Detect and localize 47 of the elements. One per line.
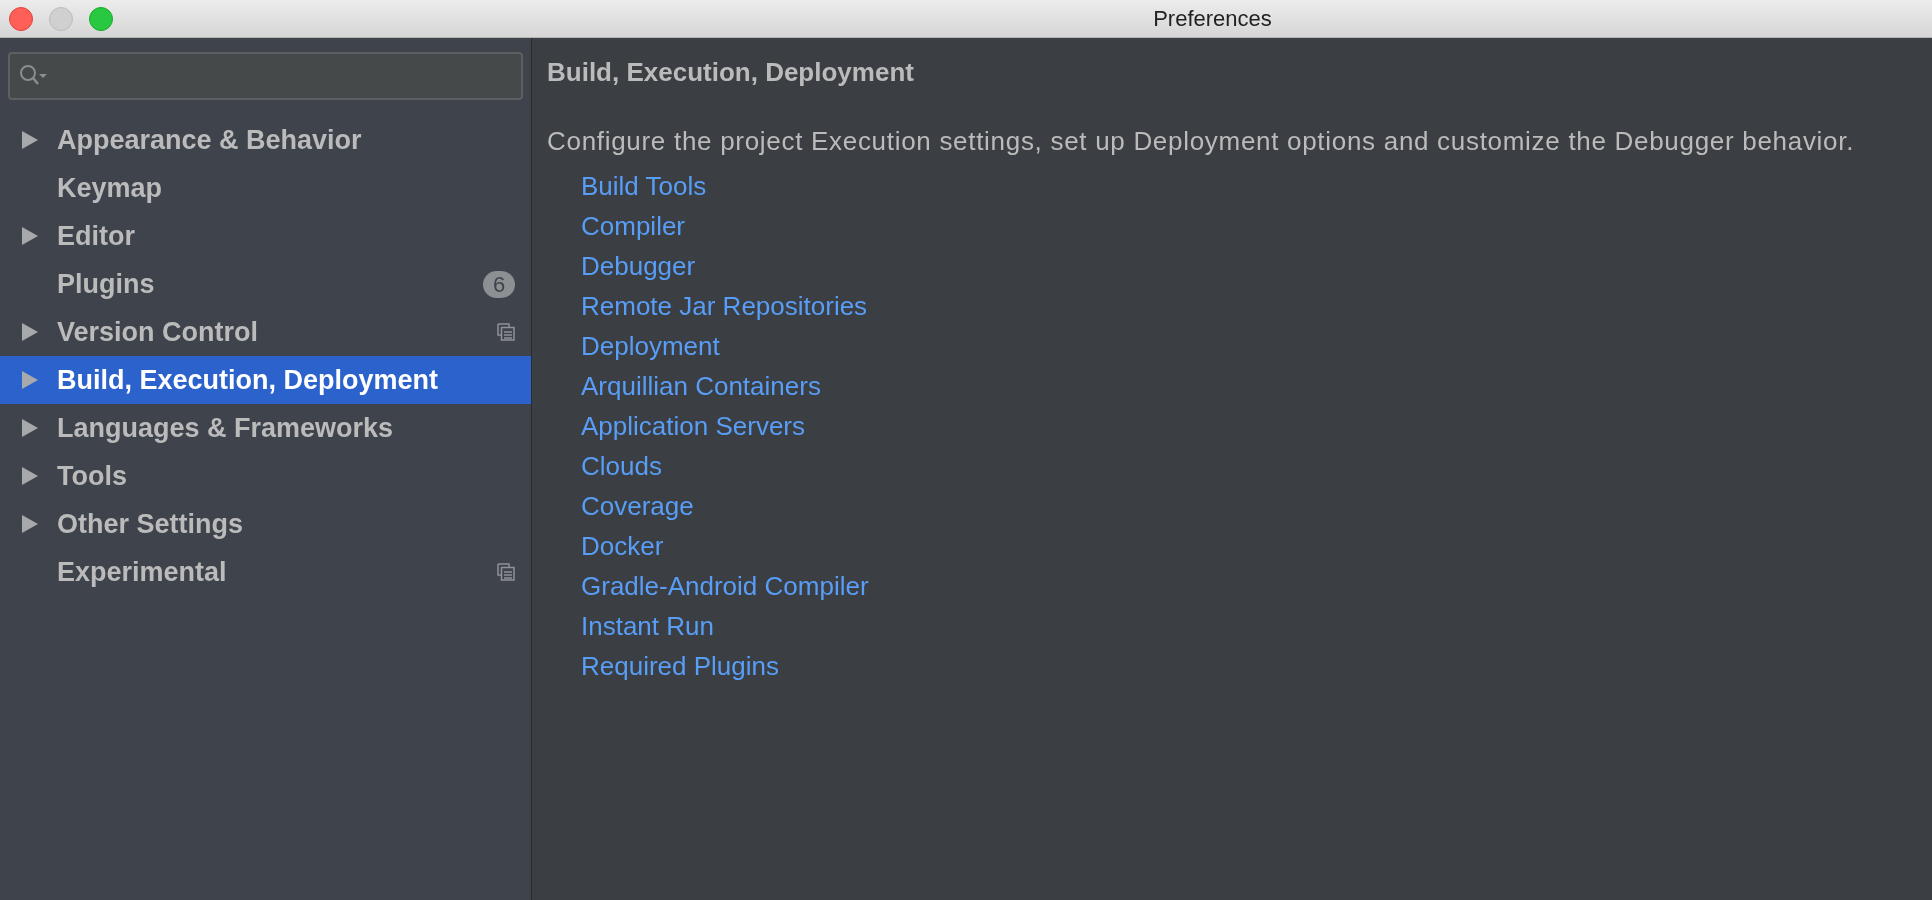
count-badge: 6 <box>483 270 515 298</box>
settings-link[interactable]: Debugger <box>581 246 696 286</box>
settings-link[interactable]: Required Plugins <box>581 646 779 686</box>
sidebar-item-label: Version Control <box>57 315 260 349</box>
sidebar-item-label: Languages & Frameworks <box>57 411 395 445</box>
sidebar-item[interactable]: Build, Execution, Deployment <box>0 356 531 404</box>
expand-arrow-icon[interactable] <box>22 419 38 437</box>
window-title: Preferences <box>1153 5 1272 33</box>
sidebar-item[interactable]: Tools <box>0 452 531 500</box>
close-button[interactable] <box>9 6 33 31</box>
settings-link[interactable]: Compiler <box>581 206 686 246</box>
sidebar-item[interactable]: Version Control <box>0 308 531 356</box>
sidebar-item[interactable]: Plugins 6 <box>0 260 531 308</box>
settings-link[interactable]: Coverage <box>581 486 694 526</box>
settings-link[interactable]: Deployment <box>581 326 720 366</box>
sidebar-item-label: Editor <box>57 219 136 253</box>
sidebar-item[interactable]: Languages & Frameworks <box>0 404 531 452</box>
sidebar-item[interactable]: Other Settings <box>0 500 531 548</box>
sidebar-item-label: Appearance & Behavior <box>57 123 363 157</box>
settings-link[interactable]: Clouds <box>581 446 662 486</box>
settings-link[interactable]: Instant Run <box>581 606 714 646</box>
settings-link[interactable]: Application Servers <box>581 406 805 446</box>
expand-arrow-icon[interactable] <box>22 323 38 341</box>
sidebar-item-label: Keymap <box>57 171 164 205</box>
settings-link[interactable]: Docker <box>581 526 664 566</box>
page-description: Configure the project Execution settings, set up Deployment options and customize the Debugger behavior. <box>547 126 1856 156</box>
settings-link[interactable]: Gradle-Android Compiler <box>581 566 869 606</box>
sidebar-item-label: Other Settings <box>57 507 245 541</box>
sidebar-item-label: Tools <box>57 459 128 493</box>
settings-link[interactable]: Arquillian Containers <box>581 366 821 406</box>
expand-arrow-icon[interactable] <box>22 515 38 533</box>
sidebar-item[interactable]: Experimental <box>0 548 531 596</box>
expand-arrow-icon[interactable] <box>22 467 38 485</box>
zoom-button[interactable] <box>89 6 113 31</box>
settings-link[interactable]: Build Tools <box>581 166 707 206</box>
sidebar-item-label: Build, Execution, Deployment <box>57 363 440 397</box>
expand-arrow-icon[interactable] <box>22 371 38 389</box>
sidebar-item[interactable]: Keymap <box>0 164 531 212</box>
sidebar-item-label: Experimental <box>57 555 228 589</box>
expand-arrow-icon[interactable] <box>22 131 38 149</box>
settings-link[interactable]: Remote Jar Repositories <box>581 286 868 326</box>
page-heading: Build, Execution, Deployment <box>547 56 915 89</box>
search-field[interactable] <box>8 52 523 100</box>
sidebar-item[interactable]: Editor <box>0 212 531 260</box>
expand-arrow-icon[interactable] <box>22 227 38 245</box>
sidebar-item-label: Plugins <box>57 267 156 301</box>
sidebar-item[interactable]: Appearance & Behavior <box>0 116 531 164</box>
